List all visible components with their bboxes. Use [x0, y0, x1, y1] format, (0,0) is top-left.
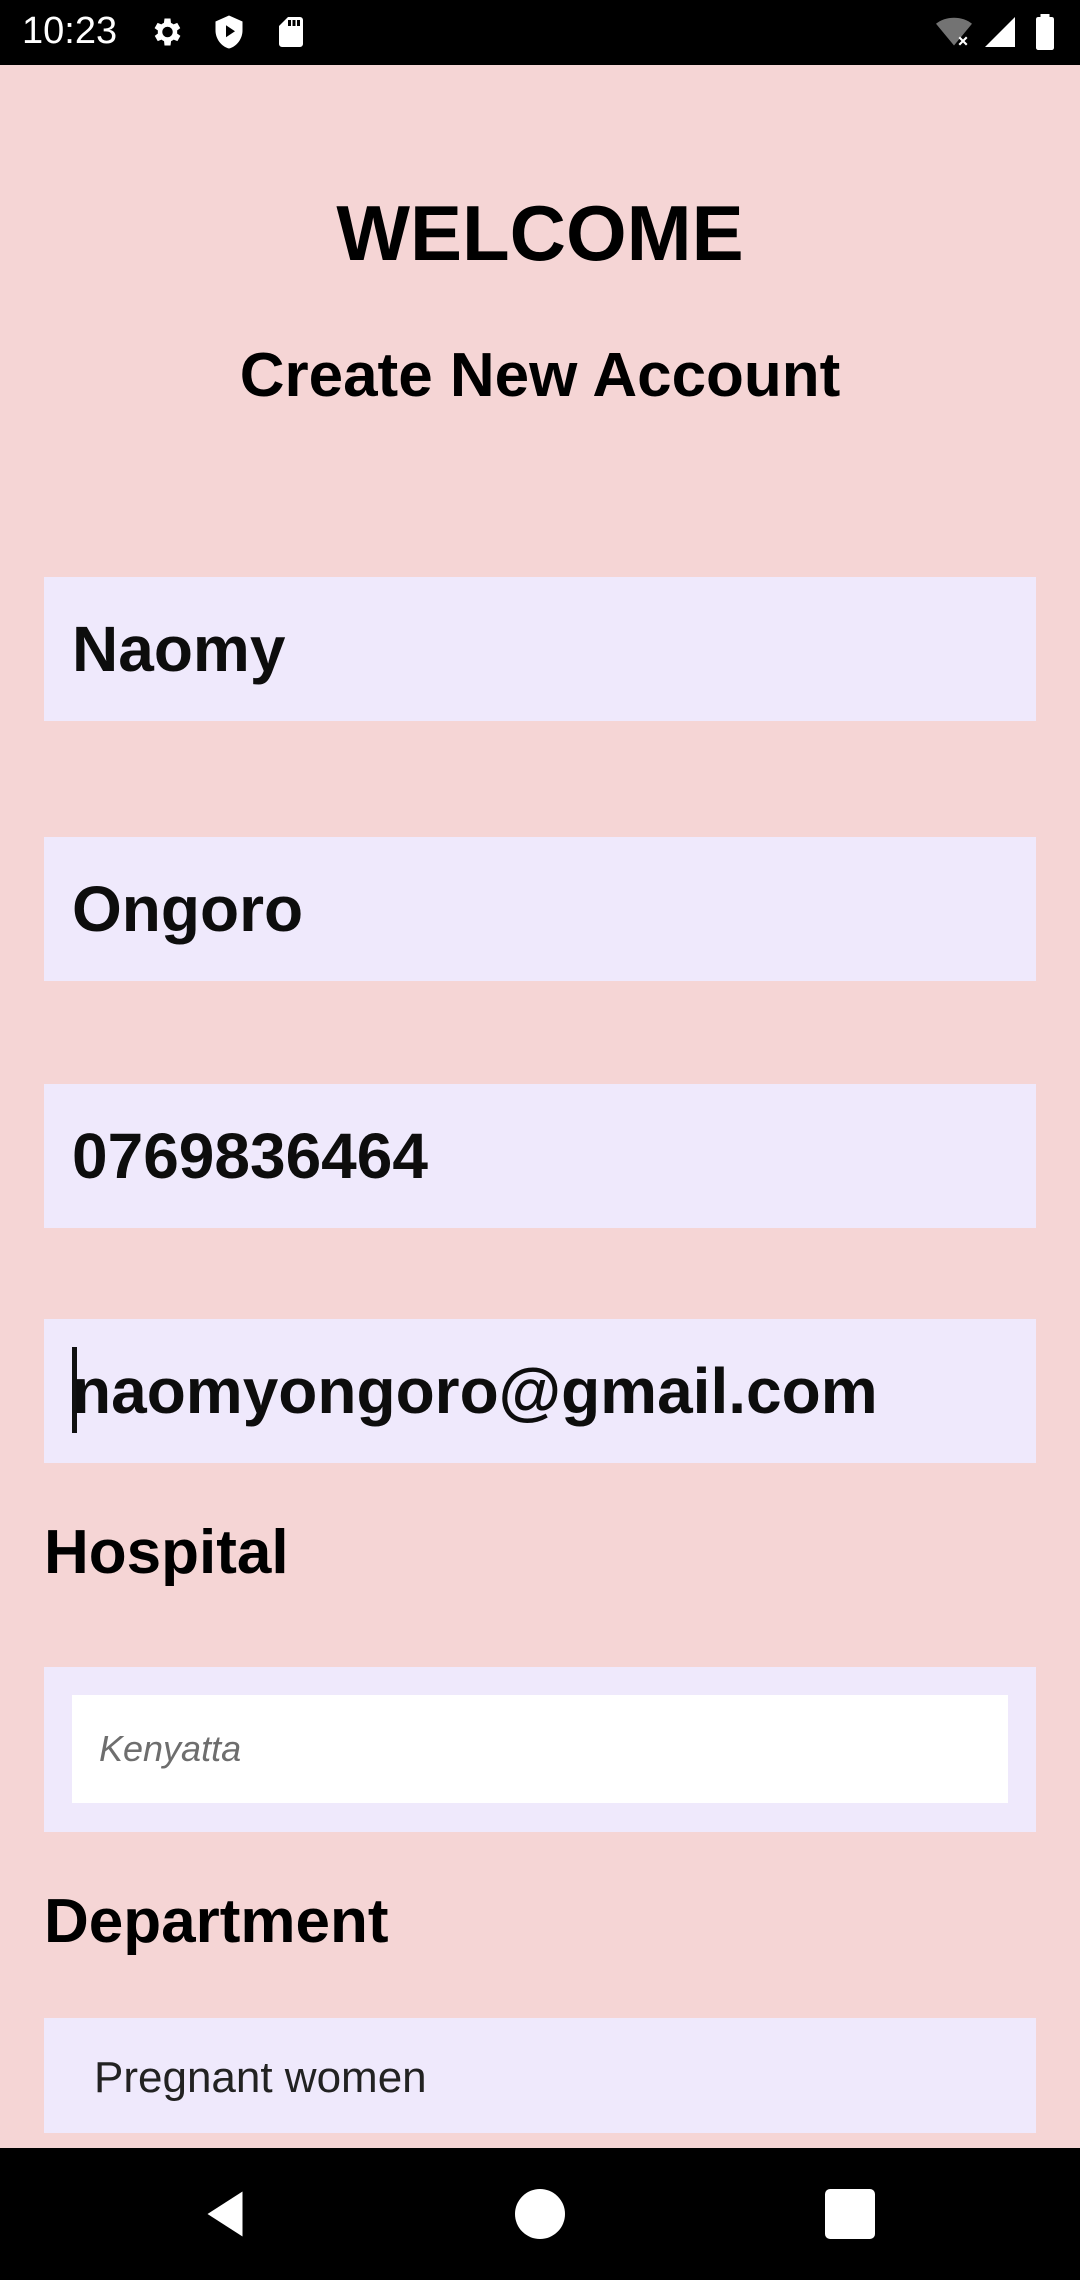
first-name-field[interactable]: Naomy — [44, 577, 1036, 721]
hospital-container — [44, 1667, 1036, 1832]
department-label: Department — [44, 1887, 389, 1956]
department-dropdown[interactable]: Pregnant women — [44, 2018, 1036, 2133]
battery-icon — [1036, 14, 1054, 50]
signal-icon — [985, 17, 1015, 47]
department-selected-value: Pregnant women — [94, 2053, 427, 2102]
status-time: 10:23 — [22, 10, 118, 52]
recents-icon[interactable] — [820, 2184, 880, 2244]
email-field[interactable]: naomyongoro@gmail.com — [44, 1319, 1036, 1463]
home-icon[interactable] — [510, 2184, 570, 2244]
back-icon[interactable] — [195, 2184, 255, 2244]
navigation-bar — [0, 2148, 1080, 2280]
gear-icon — [154, 18, 181, 46]
first-name-value: Naomy — [72, 613, 286, 685]
phone-value: 0769836464 — [72, 1120, 428, 1192]
email-value: naomyongoro@gmail.com — [72, 1355, 878, 1427]
create-account-screen: 10:23 WELCOME Create New Account Naomy O… — [0, 0, 1080, 2280]
hospital-input[interactable] — [72, 1695, 1008, 1803]
wifi-off-icon — [936, 17, 972, 46]
last-name-field[interactable]: Ongoro — [44, 837, 1036, 981]
welcome-title: WELCOME — [336, 189, 744, 277]
status-bar: 10:23 — [0, 0, 1080, 65]
hospital-label: Hospital — [44, 1518, 289, 1587]
shield-play-icon — [215, 15, 243, 49]
create-account-subtitle: Create New Account — [239, 341, 841, 410]
sd-card-icon — [279, 17, 303, 47]
phone-field[interactable]: 0769836464 — [44, 1084, 1036, 1228]
last-name-value: Ongoro — [72, 873, 304, 945]
